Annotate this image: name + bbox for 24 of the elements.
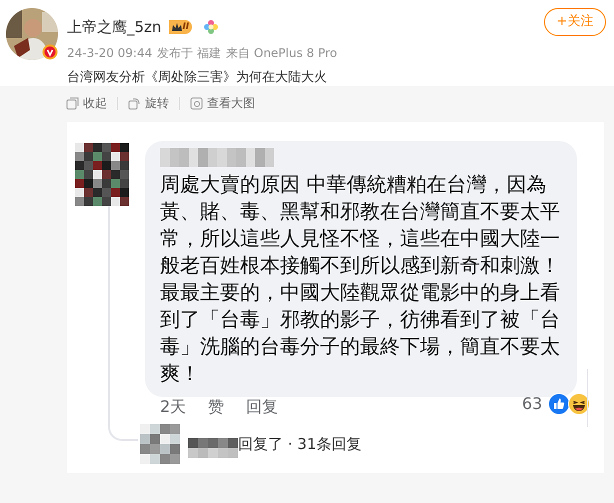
image-icon [190, 96, 203, 110]
image-toolbar-button[interactable]: 旋转 [128, 94, 169, 112]
image-toolbar-button[interactable]: 查看大图 [190, 94, 255, 112]
laughing-emoji-icon [568, 393, 590, 415]
thumbs-up-icon [548, 393, 570, 415]
comment-text: 周處大賣的原因 中華傳統糟粕在台灣，因為 黃、賭、毒、黑幫和邪教在台灣簡直不要太平 常，所以這些人見怪不怪，這些在中國大陸一 般老百姓根本接觸不到所以感到新奇和刺激！ 最最主要的，中國大陸觀眾從電影中的身上看 到了「台毒」邪教的影子，彷彿看到了被「台 毒」洗腦的台毒分子的最終下場，簡直不要太 爽！ [160, 171, 561, 387]
reaction-count: 63 [522, 393, 542, 415]
blurred-replier-name [188, 438, 238, 458]
post-location: 发布于 福建 [157, 44, 222, 62]
post-text: 台湾网友分析《周处除三害》为何在大陆大火 [67, 68, 328, 86]
rotate-icon [128, 96, 141, 110]
blurred-avatar [75, 143, 129, 206]
image-toolbar-button[interactable]: 收起 [66, 94, 107, 112]
comment-age: 2天 [160, 396, 186, 418]
level-badge: II [169, 20, 192, 34]
blurred-reply-avatar [140, 424, 180, 464]
flower-badge-icon [204, 20, 218, 34]
timestamp: 24-3-20 09:44 [67, 44, 152, 62]
reply-summary: 回复了 · 31条回复 [238, 434, 362, 455]
post-source: 来自 OnePlus 8 Pro [226, 44, 338, 62]
author-name[interactable]: 上帝之鹰_5zn [67, 16, 162, 38]
like-link[interactable]: 赞 [208, 395, 224, 419]
collapse-icon [66, 96, 79, 110]
reply-link[interactable]: 回复 [246, 395, 278, 419]
